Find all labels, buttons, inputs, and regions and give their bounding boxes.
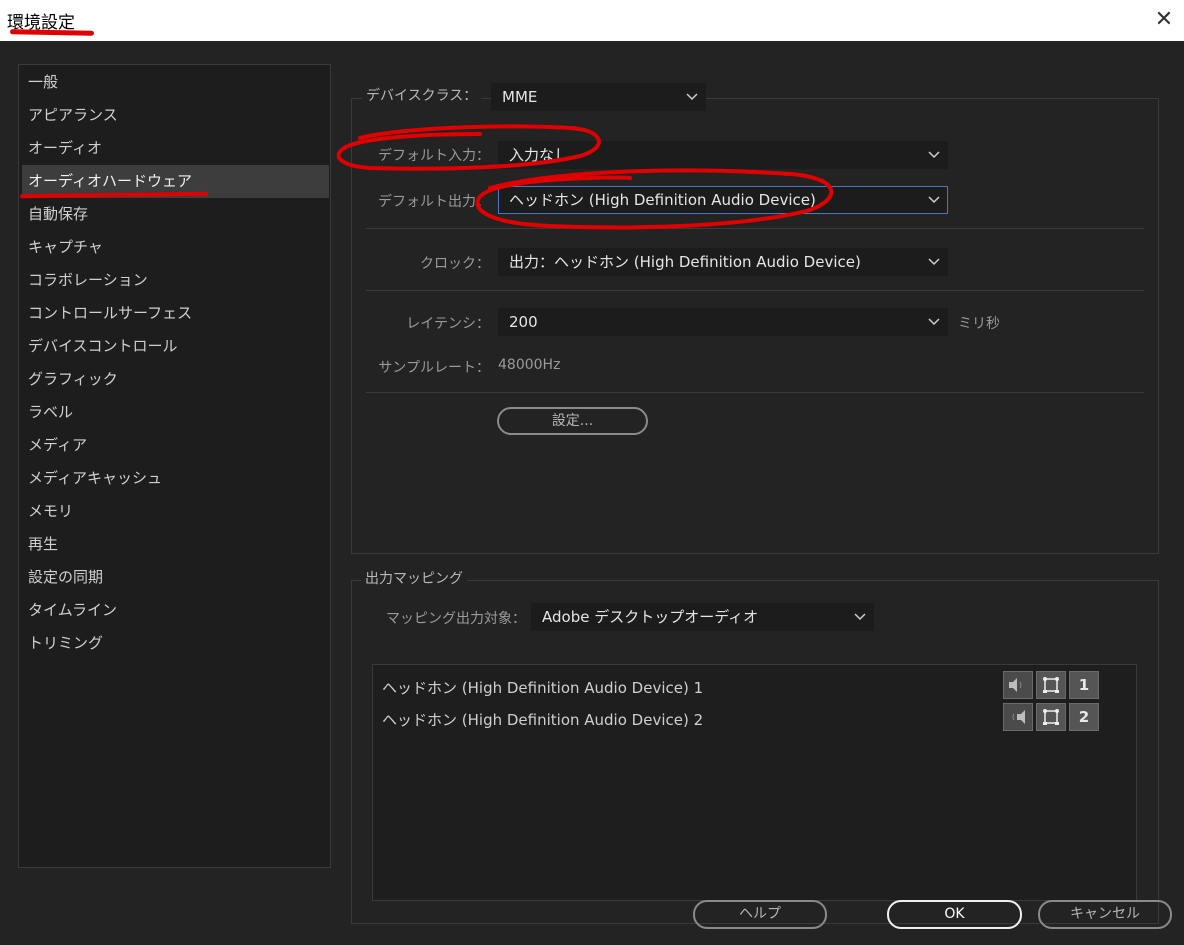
chevron-down-icon: [928, 318, 940, 326]
sidebar-item-graphics[interactable]: グラフィック: [22, 363, 329, 396]
chevron-down-icon: [686, 93, 698, 101]
sidebar-item-playback[interactable]: 再生: [22, 528, 329, 561]
speaker-left-icon[interactable]: [1003, 671, 1033, 699]
clock-select[interactable]: 出力：ヘッドホン (High Definition Audio Device): [498, 248, 948, 276]
list-item[interactable]: ヘッドホン (High Definition Audio Device) 1: [382, 677, 703, 698]
divider: [366, 392, 1144, 393]
sidebar-item-media[interactable]: メディア: [22, 429, 329, 462]
latency-label: レイテンシ：: [406, 316, 490, 332]
sidebar-item-general[interactable]: 一般: [22, 66, 329, 99]
clock-label: クロック：: [420, 256, 490, 272]
sidebar-item-timeline[interactable]: タイムライン: [22, 594, 329, 627]
default-output-select[interactable]: ヘッドホン (High Definition Audio Device): [498, 186, 948, 214]
device-class-label: デバイスクラス：: [362, 86, 482, 106]
output-mapping-legend: 出力マッピング: [361, 569, 467, 589]
mapping-target-select[interactable]: Adobe デスクトップオーディオ: [531, 603, 874, 631]
sidebar-item-labels[interactable]: ラベル: [22, 396, 329, 429]
default-input-label: デフォルト入力：: [378, 148, 490, 164]
chevron-down-icon: [928, 258, 940, 266]
sidebar-item-control-surface[interactable]: コントロールサーフェス: [22, 297, 329, 330]
close-icon[interactable]: ✕: [1150, 6, 1178, 34]
sample-rate-label: サンプルレート：: [378, 360, 490, 376]
default-output-label: デフォルト出力：: [378, 194, 490, 210]
divider: [366, 228, 1144, 229]
latency-value: 200: [509, 313, 538, 331]
output-mapping-list: ヘッドホン (High Definition Audio Device) 1 ヘ…: [372, 664, 1137, 901]
output-channel-icon[interactable]: [1036, 703, 1066, 731]
sidebar-item-capture[interactable]: キャプチャ: [22, 231, 329, 264]
sample-rate-value: 48000Hz: [498, 357, 561, 373]
default-input-select[interactable]: 入力なし: [498, 141, 948, 169]
ok-button[interactable]: OK: [887, 900, 1022, 929]
channel-number-2[interactable]: 2: [1069, 703, 1099, 731]
chevron-down-icon: [928, 151, 940, 159]
cancel-button[interactable]: キャンセル: [1038, 900, 1172, 929]
device-class-select[interactable]: MME: [491, 83, 706, 111]
default-input-value: 入力なし: [509, 146, 570, 164]
chevron-down-icon: [854, 613, 866, 621]
device-class-value: MME: [502, 88, 538, 106]
output-channel-icon[interactable]: [1036, 671, 1066, 699]
chevron-down-icon: [928, 196, 940, 204]
sidebar-item-collaboration[interactable]: コラボレーション: [22, 264, 329, 297]
latency-select[interactable]: 200: [498, 308, 948, 336]
latency-unit: ミリ秒: [958, 316, 1000, 332]
channel-number-1[interactable]: 1: [1069, 671, 1099, 699]
sidebar-item-device-control[interactable]: デバイスコントロール: [22, 330, 329, 363]
sidebar-item-sync-settings[interactable]: 設定の同期: [22, 561, 329, 594]
sidebar-item-trimming[interactable]: トリミング: [22, 627, 329, 660]
divider: [366, 290, 1144, 291]
sidebar-item-appearance[interactable]: アピアランス: [22, 99, 329, 132]
sidebar-item-autosave[interactable]: 自動保存: [22, 198, 329, 231]
list-item[interactable]: ヘッドホン (High Definition Audio Device) 2: [382, 709, 703, 730]
help-button[interactable]: ヘルプ: [693, 900, 827, 929]
settings-button[interactable]: 設定...: [497, 407, 648, 435]
sidebar: 一般 アピアランス オーディオ オーディオハードウェア 自動保存 キャプチャ コ…: [18, 64, 331, 868]
sidebar-item-audio[interactable]: オーディオ: [22, 132, 329, 165]
title-bar: 環境設定 ✕: [0, 0, 1184, 41]
mapping-target-label: マッピング出力対象：: [386, 611, 526, 627]
title-red-underline-annotation: [9, 29, 95, 36]
sidebar-item-media-cache[interactable]: メディアキャッシュ: [22, 462, 329, 495]
sidebar-item-memory[interactable]: メモリ: [22, 495, 329, 528]
mapping-target-value: Adobe デスクトップオーディオ: [542, 608, 759, 626]
default-output-value: ヘッドホン (High Definition Audio Device): [509, 191, 816, 209]
clock-value: 出力：ヘッドホン (High Definition Audio Device): [509, 253, 861, 271]
speaker-right-icon[interactable]: [1003, 703, 1033, 731]
